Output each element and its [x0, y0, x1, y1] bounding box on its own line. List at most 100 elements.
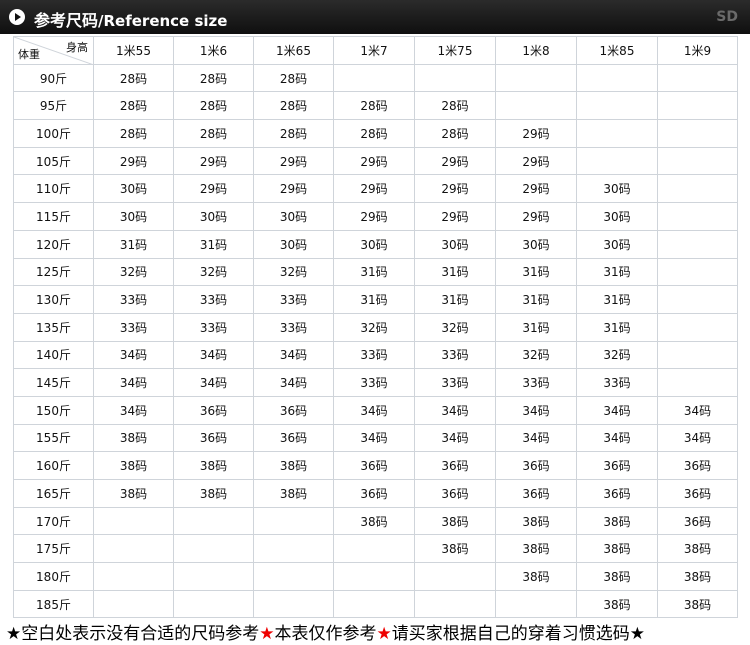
play-icon: [9, 9, 25, 25]
table-row: 140斤 34码 34码 34码 33码 33码 32码 32码: [13, 340, 738, 370]
size-cell: [173, 534, 254, 564]
size-cell: 28码: [173, 91, 254, 121]
corner-weight-label: 体重: [18, 47, 40, 61]
row-header-weight: 105斤: [13, 146, 94, 176]
row-header-weight: 130斤: [13, 285, 94, 314]
size-cell: 33码: [414, 340, 496, 370]
size-cell: 28码: [173, 63, 254, 93]
size-cell: [657, 229, 738, 259]
size-cell: 31码: [495, 285, 577, 314]
row-header-weight: 175斤: [13, 534, 94, 564]
size-cell: 34码: [333, 395, 415, 425]
title-en: /Reference size: [98, 12, 228, 30]
size-cell: 29码: [173, 174, 254, 204]
row-header-weight: 150斤: [13, 395, 94, 425]
size-cell: [495, 63, 577, 93]
size-cell: 36码: [253, 395, 334, 425]
size-cell: [576, 146, 658, 176]
size-cell: 36码: [657, 451, 738, 480]
size-cell: 38码: [495, 562, 577, 591]
star-icon: ★: [259, 624, 275, 644]
corner-height-label: 身高: [66, 41, 88, 54]
size-cell: [657, 368, 738, 397]
size-cell: 38码: [173, 479, 254, 508]
column-header: 1米85: [576, 36, 658, 65]
size-cell: 36码: [576, 451, 658, 480]
title-cn: 参考尺码: [34, 11, 99, 30]
size-cell: 38码: [576, 589, 658, 619]
size-cell: 28码: [253, 91, 334, 121]
size-cell: 33码: [495, 368, 577, 397]
footer-note: ★空白处表示没有合适的尺码参考★本表仅作参考★请买家根据自己的穿着习惯选码★: [6, 619, 750, 644]
footer-note-2: 本表仅作参考: [274, 624, 377, 644]
size-cell: 34码: [576, 395, 658, 425]
row-header-weight: 165斤: [13, 479, 94, 508]
size-cell: 29码: [414, 202, 496, 231]
row-header-weight: 185斤: [13, 589, 94, 619]
size-cell: 34码: [576, 423, 658, 453]
size-cell: 28码: [253, 63, 334, 93]
table-row: 145斤 34码 34码 34码 33码 33码 33码 33码: [13, 368, 738, 397]
row-header-weight: 90斤: [13, 63, 94, 93]
table-row: 110斤 30码 29码 29码 29码 29码 29码 30码: [13, 174, 738, 204]
size-table: 身高 体重 1米55 1米6 1米65 1米7 1米75 1米8 1米85 1米9 90斤 28码 28…: [13, 36, 738, 619]
row-header-weight: 125斤: [13, 257, 94, 287]
size-cell: 34码: [414, 395, 496, 425]
size-cell: 28码: [333, 91, 415, 121]
row-header-weight: 120斤: [13, 229, 94, 259]
table-row: 170斤 38码 38码 38码 38码 36码: [13, 506, 738, 536]
size-cell: 31码: [333, 257, 415, 287]
size-cell: 36码: [414, 479, 496, 508]
size-cell: [414, 63, 496, 93]
column-header: 1米7: [333, 36, 415, 65]
size-cell: 32码: [173, 257, 254, 287]
size-cell: 30码: [253, 229, 334, 259]
size-cell: 38码: [253, 479, 334, 508]
size-cell: [414, 589, 496, 619]
size-cell: [333, 562, 415, 591]
size-cell: 36码: [657, 506, 738, 536]
table-row: 95斤 28码 28码 28码 28码 28码: [13, 91, 738, 121]
size-cell: 34码: [93, 368, 174, 397]
table-row: 105斤 29码 29码 29码 29码 29码 29码: [13, 146, 738, 176]
size-cell: 31码: [495, 257, 577, 287]
star-icon: ★: [6, 624, 22, 644]
size-cell: 36码: [253, 423, 334, 453]
size-cell: [657, 257, 738, 287]
size-cell: 33码: [93, 312, 174, 342]
size-cell: [576, 63, 658, 93]
size-cell: 33码: [173, 312, 254, 342]
size-cell: 34码: [173, 340, 254, 370]
table-row: 120斤 31码 31码 30码 30码 30码 30码 30码: [13, 229, 738, 259]
size-cell: 38码: [414, 534, 496, 564]
size-cell: 38码: [495, 506, 577, 536]
column-header: 1米8: [495, 36, 577, 65]
size-cell: 29码: [495, 119, 577, 148]
size-cell: 32码: [414, 312, 496, 342]
size-cell: 34码: [495, 423, 577, 453]
size-cell: 38码: [414, 506, 496, 536]
size-cell: 38码: [657, 534, 738, 564]
size-cell: 30码: [576, 202, 658, 231]
size-cell: [657, 63, 738, 93]
table-row: 180斤 38码 38码 38码: [13, 562, 738, 591]
size-table-body: 身高 体重 1米55 1米6 1米65 1米7 1米75 1米8 1米85 1米9 90斤 28码 28…: [13, 36, 738, 619]
size-cell: 29码: [253, 174, 334, 204]
table-header-row: 身高 体重 1米55 1米6 1米65 1米7 1米75 1米8 1米85 1米9: [13, 36, 738, 65]
table-row: 175斤 38码 38码 38码 38码: [13, 534, 738, 564]
table-row: 150斤 34码 36码 36码 34码 34码 34码 34码 34码: [13, 395, 738, 425]
table-row: 115斤 30码 30码 30码 29码 29码 29码 30码: [13, 202, 738, 231]
size-cell: 28码: [93, 119, 174, 148]
size-cell: 32码: [576, 340, 658, 370]
size-cell: 31码: [576, 312, 658, 342]
size-cell: 36码: [576, 479, 658, 508]
size-cell: 33码: [576, 368, 658, 397]
table-row: 155斤 38码 36码 36码 34码 34码 34码 34码 34码: [13, 423, 738, 453]
size-cell: [333, 534, 415, 564]
size-cell: [253, 589, 334, 619]
size-cell: 38码: [93, 451, 174, 480]
size-cell: [333, 589, 415, 619]
size-cell: [253, 534, 334, 564]
size-cell: 28码: [93, 63, 174, 93]
size-cell: 30码: [576, 229, 658, 259]
